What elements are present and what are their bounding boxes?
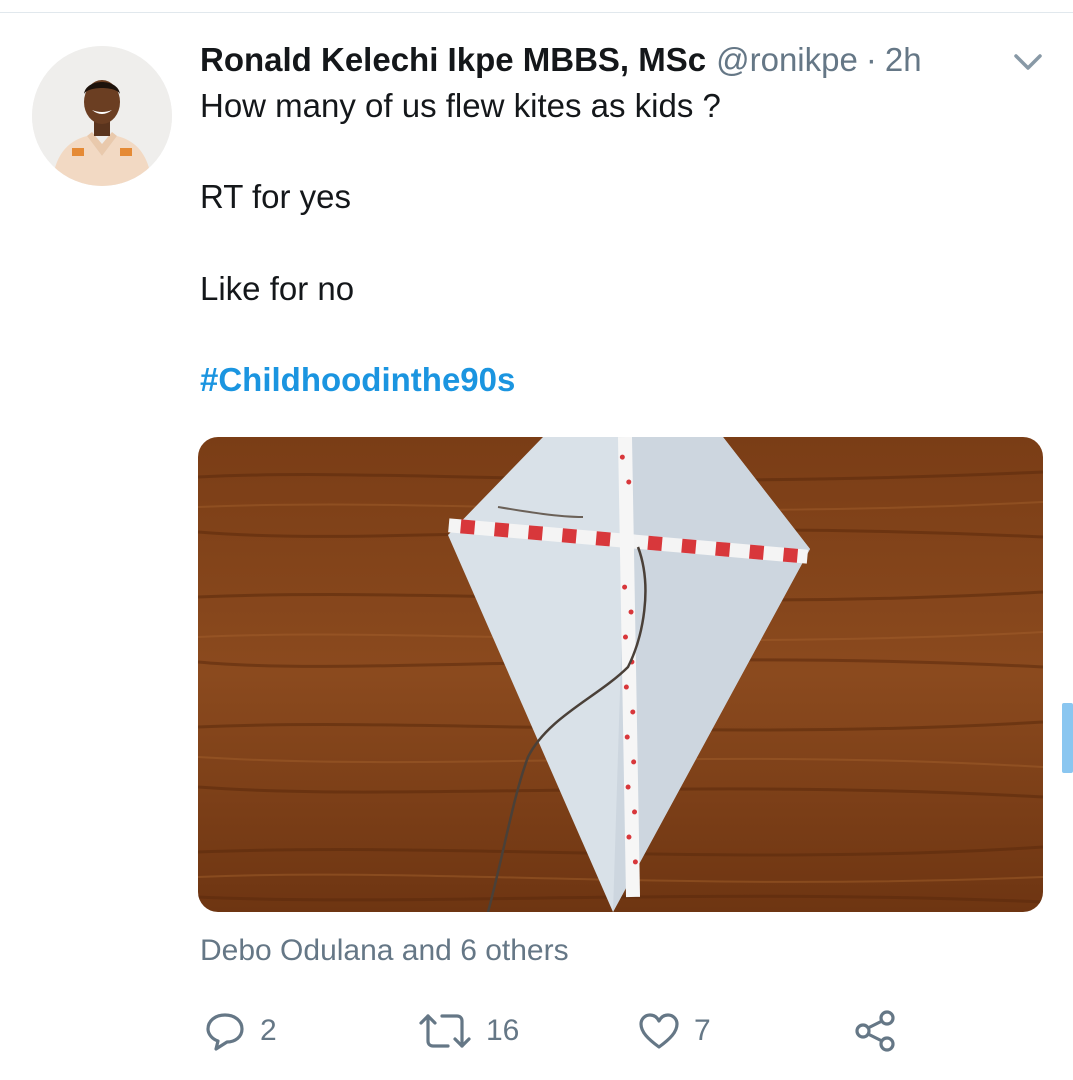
like-button[interactable]: 7 bbox=[638, 1006, 711, 1056]
reply-button[interactable]: 2 bbox=[204, 1006, 277, 1056]
kite-photo bbox=[198, 437, 1043, 912]
author-name[interactable]: Ronald Kelechi Ikpe MBBS, MSc bbox=[200, 41, 706, 79]
tweet-media-image[interactable] bbox=[198, 437, 1043, 912]
chevron-down-icon[interactable] bbox=[1010, 48, 1046, 76]
timestamp[interactable]: 2h bbox=[885, 41, 922, 79]
retweet-icon bbox=[418, 1011, 472, 1051]
tweet-header: Ronald Kelechi Ikpe MBBS, MSc @ronikpe ·… bbox=[200, 38, 922, 82]
reply-count: 2 bbox=[260, 1014, 277, 1047]
author-handle[interactable]: @ronikpe bbox=[716, 41, 858, 79]
avatar-image bbox=[32, 46, 172, 186]
share-button[interactable] bbox=[854, 1006, 896, 1056]
like-count: 7 bbox=[694, 1014, 711, 1047]
retweet-count: 16 bbox=[486, 1014, 520, 1047]
scroll-indicator[interactable] bbox=[1062, 703, 1073, 773]
like-icon bbox=[638, 1011, 680, 1051]
tweet-text-line-3: Like for no bbox=[200, 270, 355, 307]
hashtag-link[interactable]: #Childhoodinthe90s bbox=[200, 360, 515, 400]
liked-by-text[interactable]: Debo Odulana and 6 others bbox=[200, 932, 569, 970]
top-divider bbox=[0, 12, 1073, 13]
share-icon bbox=[854, 1009, 896, 1053]
tweet-text-line-2: RT for yes bbox=[200, 178, 351, 215]
reply-icon bbox=[204, 1011, 246, 1051]
avatar[interactable] bbox=[32, 46, 172, 186]
tweet-text-line-1: How many of us flew kites as kids ? bbox=[200, 87, 721, 124]
separator: · bbox=[865, 41, 877, 78]
retweet-button[interactable]: 16 bbox=[418, 1006, 519, 1056]
